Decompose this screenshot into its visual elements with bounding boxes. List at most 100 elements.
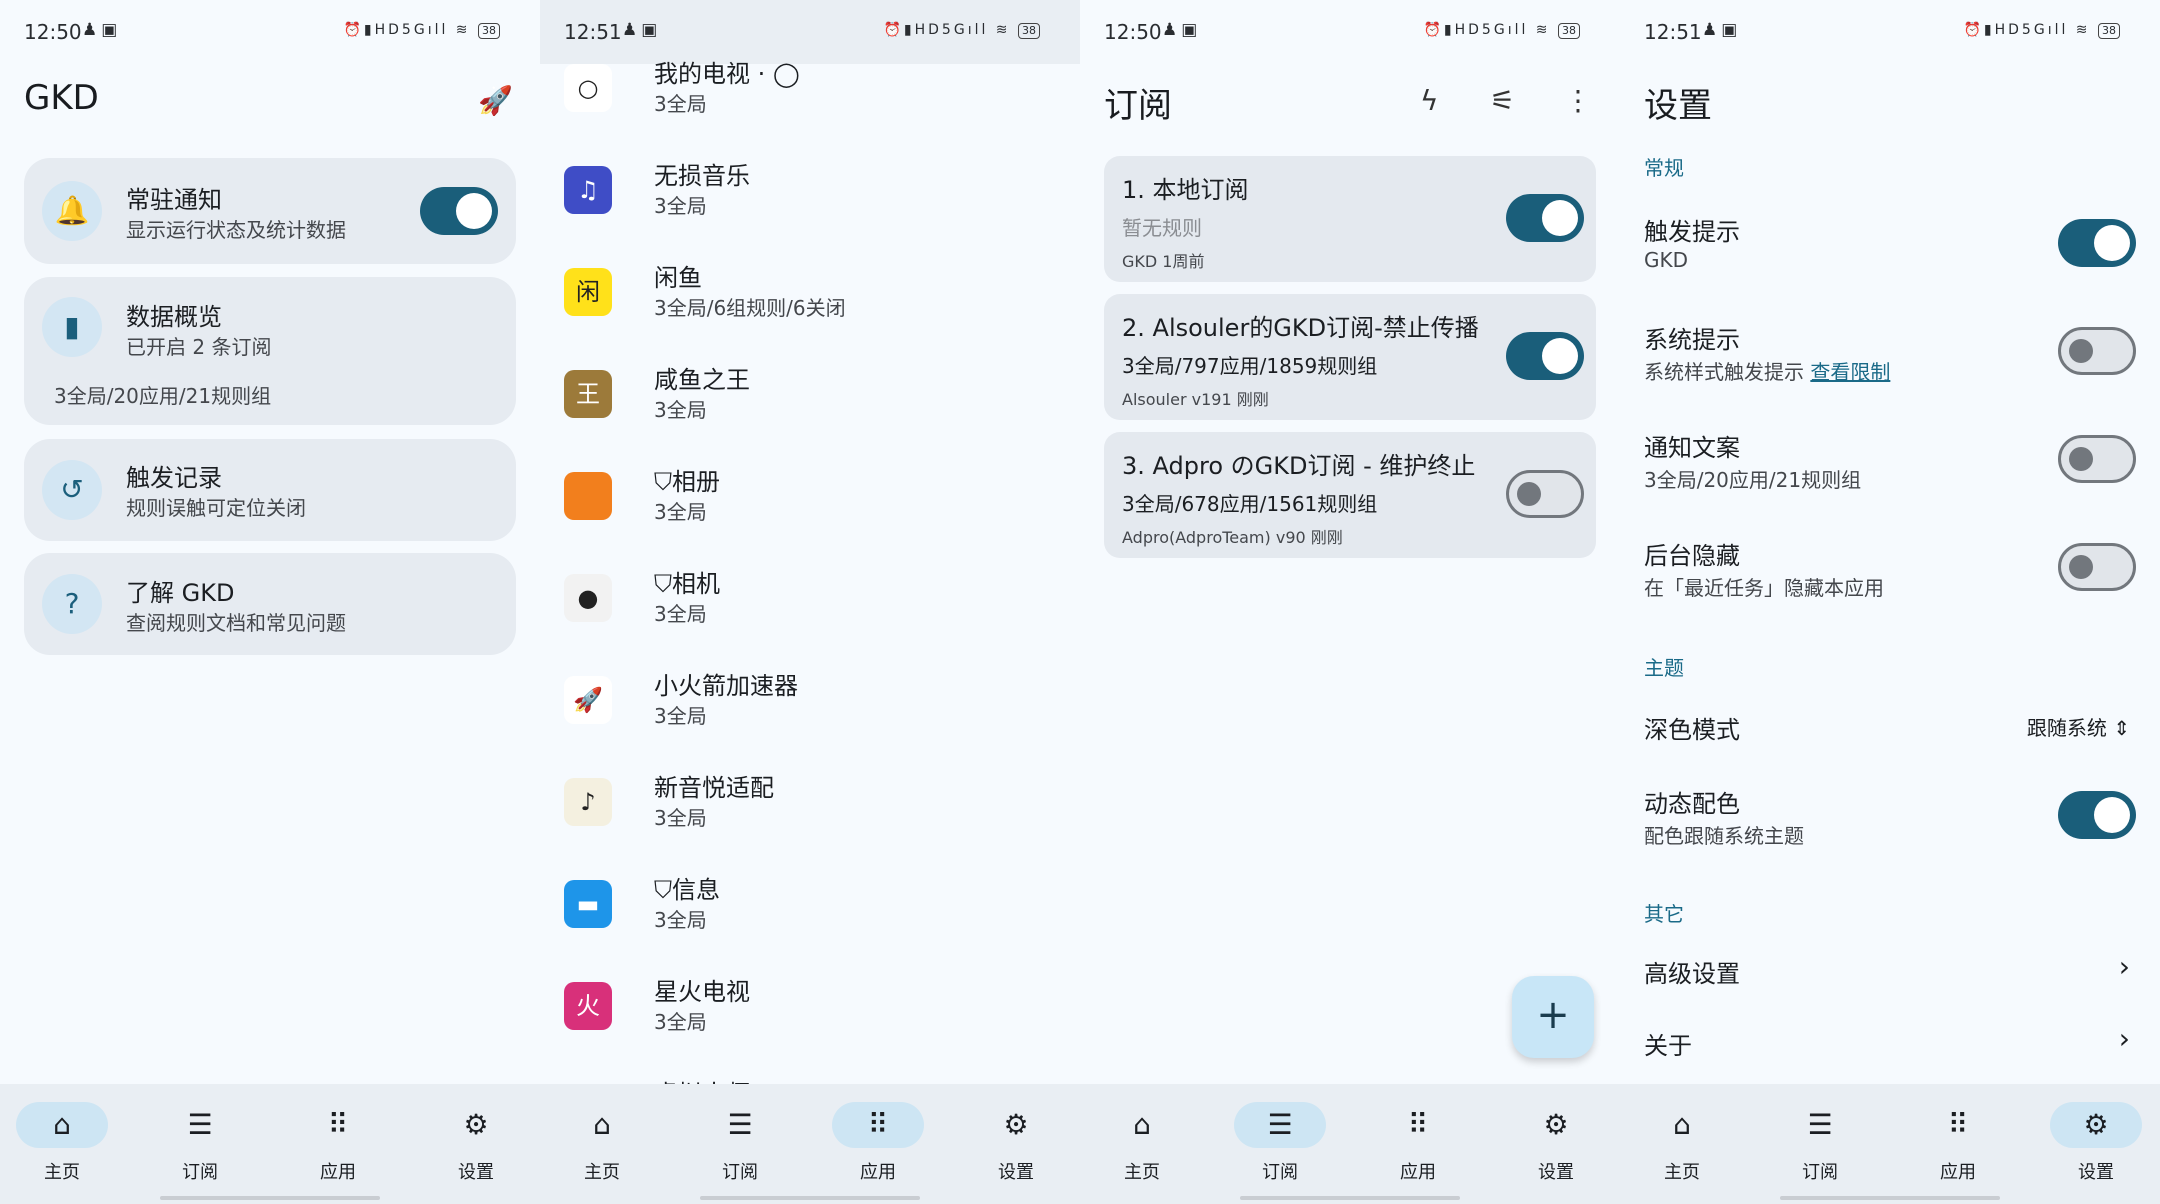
- system-tip-subtitle: 系统样式触发提示 查看限制: [1644, 360, 1891, 384]
- more-vert-icon[interactable]: ⋮: [1564, 84, 1592, 117]
- list-item[interactable]: ♫ 无损音乐 3全局: [564, 156, 1064, 258]
- nav-subscriptions[interactable]: ☰ 订阅: [1770, 1102, 1870, 1183]
- gear-icon: ⚙: [1543, 1108, 1569, 1141]
- subscription-card-adpro[interactable]: 3. Adpro のGKD订阅 - 维护终止 3全局/678应用/1561规则组…: [1104, 432, 1596, 558]
- system-tip-title: 系统提示: [1644, 326, 1740, 354]
- nav-apps[interactable]: ⠿ 应用: [288, 1102, 388, 1183]
- card-persistent-notification[interactable]: 🔔 常驻通知 显示运行状态及统计数据: [24, 158, 516, 264]
- trigger-tip-toggle[interactable]: [2058, 219, 2136, 267]
- nav-home[interactable]: ⌂ 主页: [552, 1102, 652, 1183]
- subscription-toggle[interactable]: [1506, 194, 1584, 242]
- status-bar: 12:51 ♟▣ ⏰▮HD5Gıll ≋ 38: [1620, 0, 2160, 64]
- subscription-rules: 暂无规则: [1122, 216, 1202, 240]
- nav-apps[interactable]: ⠿ 应用: [1908, 1102, 2008, 1183]
- home-icon: ⌂: [1133, 1108, 1151, 1141]
- rocket-icon[interactable]: 🚀: [478, 84, 513, 117]
- notification-text-toggle[interactable]: [2058, 435, 2136, 483]
- subscriptions-screen: 12:50 ♟▣ ⏰▮HD5Gıll ≋ 38 订阅 ϟ ⚟ ⋮ 1. 本地订阅…: [1080, 0, 1620, 1204]
- list-item[interactable]: ▬ ⛉信息 3全局: [564, 870, 1064, 972]
- add-subscription-button[interactable]: +: [1512, 976, 1594, 1058]
- about-item[interactable]: 关于: [1644, 1026, 1692, 1061]
- chevron-right-icon: ›: [2118, 950, 2130, 983]
- list-item[interactable]: 王 咸鱼之王 3全局: [564, 360, 1064, 462]
- status-time: 12:51: [1644, 20, 1702, 44]
- app-icon: 火: [564, 982, 612, 1030]
- status-system-icons: ⏰▮HD5Gıll ≋ 38: [1423, 22, 1580, 39]
- dynamic-color-toggle[interactable]: [2058, 791, 2136, 839]
- nav-apps[interactable]: ⠿ 应用: [828, 1102, 928, 1183]
- status-time: 12:50: [24, 20, 82, 44]
- system-tip-toggle[interactable]: [2058, 327, 2136, 375]
- list-icon: ☰: [1807, 1108, 1833, 1141]
- list-item[interactable]: ● ⛉相机 3全局: [564, 564, 1064, 666]
- chevron-right-icon: ›: [2118, 1022, 2130, 1055]
- status-time: 12:51: [564, 20, 622, 44]
- notification-text-subtitle: 3全局/20应用/21规则组: [1644, 468, 1862, 492]
- app-rule-summary: 3全局: [654, 806, 707, 830]
- nav-settings[interactable]: ⚙ 设置: [966, 1102, 1066, 1183]
- subscription-card-alsouler[interactable]: 2. Alsouler的GKD订阅-禁止传播 3全局/797应用/1859规则组…: [1104, 294, 1596, 420]
- status-bar: 12:50 ♟▣ ⏰▮HD5Gıll ≋ 38: [0, 0, 540, 64]
- app-icon: ♫: [564, 166, 612, 214]
- nav-subscriptions[interactable]: ☰ 订阅: [690, 1102, 790, 1183]
- app-icon: ♪: [564, 778, 612, 826]
- subscription-toggle[interactable]: [1506, 332, 1584, 380]
- app-icon: [564, 472, 612, 520]
- app-name: 我的电视 · ◯: [654, 60, 800, 88]
- nav-home[interactable]: ⌂ 主页: [1092, 1102, 1192, 1183]
- card-title: 常驻通知: [126, 186, 222, 214]
- grid-icon: ⠿: [327, 1108, 349, 1141]
- trigger-tip-subtitle: GKD: [1644, 248, 1689, 272]
- subscription-card-local[interactable]: 1. 本地订阅 暂无规则 GKD 1周前: [1104, 156, 1596, 282]
- background-hide-title: 后台隐藏: [1644, 542, 1740, 570]
- dark-mode-select[interactable]: 跟随系统 ⇕: [2027, 712, 2130, 741]
- app-name: 小火箭加速器: [654, 672, 798, 700]
- advanced-settings-item[interactable]: 高级设置: [1644, 954, 1740, 989]
- subscription-toggle[interactable]: [1506, 470, 1584, 518]
- nav-settings[interactable]: ⚙ 设置: [1506, 1102, 1606, 1183]
- list-item[interactable]: 🚀 小火箭加速器 3全局: [564, 666, 1064, 768]
- subscription-rules: 3全局/797应用/1859规则组: [1122, 354, 1378, 378]
- nav-settings[interactable]: ⚙ 设置: [426, 1102, 526, 1183]
- nav-subscriptions[interactable]: ☰ 订阅: [1230, 1102, 1330, 1183]
- list-item[interactable]: ○ 我的电视 · ◯ 3全局: [564, 54, 1064, 156]
- nav-home[interactable]: ⌂ 主页: [12, 1102, 112, 1183]
- app-rule-summary: 3全局: [654, 602, 707, 626]
- app-name: 闲鱼: [654, 264, 702, 292]
- grid-icon: ⠿: [867, 1108, 889, 1141]
- card-trigger-log[interactable]: ↺ 触发记录 规则误触可定位关闭: [24, 439, 516, 541]
- app-name: 无损音乐: [654, 162, 750, 190]
- list-item[interactable]: 火 星火电视 3全局: [564, 972, 1064, 1074]
- gear-icon: ⚙: [1003, 1108, 1029, 1141]
- app-icon: 🚀: [564, 676, 612, 724]
- list-item-partial: 虚拟大师: [564, 1074, 1064, 1084]
- section-general: 常规: [1644, 156, 1684, 180]
- background-hide-toggle[interactable]: [2058, 543, 2136, 591]
- app-rule-summary: 3全局: [654, 1010, 707, 1034]
- list-item[interactable]: 闲 闲鱼 3全局/6组规则/6关闭: [564, 258, 1064, 360]
- nav-apps[interactable]: ⠿ 应用: [1368, 1102, 1468, 1183]
- card-data-overview[interactable]: ▮ 数据概览 已开启 2 条订阅 3全局/20应用/21规则组: [24, 277, 516, 425]
- nav-subscriptions[interactable]: ☰ 订阅: [150, 1102, 250, 1183]
- app-icon: ●: [564, 574, 612, 622]
- list-item[interactable]: ⛉相册 3全局: [564, 462, 1064, 564]
- filter-icon[interactable]: ⚟: [1490, 84, 1515, 117]
- page-title: 订阅: [1104, 86, 1172, 126]
- app-name: 新音悦适配: [654, 774, 774, 802]
- home-icon: ⌂: [593, 1108, 611, 1141]
- view-limits-link[interactable]: 查看限制: [1810, 360, 1890, 384]
- persistent-notification-toggle[interactable]: [420, 187, 498, 235]
- subscription-rules: 3全局/678应用/1561规则组: [1122, 492, 1378, 516]
- card-learn-gkd[interactable]: ? 了解 GKD 查阅规则文档和常见问题: [24, 553, 516, 655]
- help-icon: ?: [42, 574, 102, 634]
- notification-text-title: 通知文案: [1644, 434, 1740, 462]
- settings-screen: 12:51 ♟▣ ⏰▮HD5Gıll ≋ 38 设置 常规 触发提示 GKD 系…: [1620, 0, 2160, 1204]
- home-icon: ⌂: [1673, 1108, 1691, 1141]
- status-notification-icons: ♟▣: [1162, 20, 1202, 40]
- nav-settings[interactable]: ⚙ 设置: [2046, 1102, 2146, 1183]
- flash-icon[interactable]: ϟ: [1420, 84, 1438, 117]
- nav-home[interactable]: ⌂ 主页: [1632, 1102, 1732, 1183]
- subscription-meta: GKD 1周前: [1122, 252, 1205, 271]
- subscription-title: 2. Alsouler的GKD订阅-禁止传播: [1122, 314, 1479, 342]
- list-item[interactable]: ♪ 新音悦适配 3全局: [564, 768, 1064, 870]
